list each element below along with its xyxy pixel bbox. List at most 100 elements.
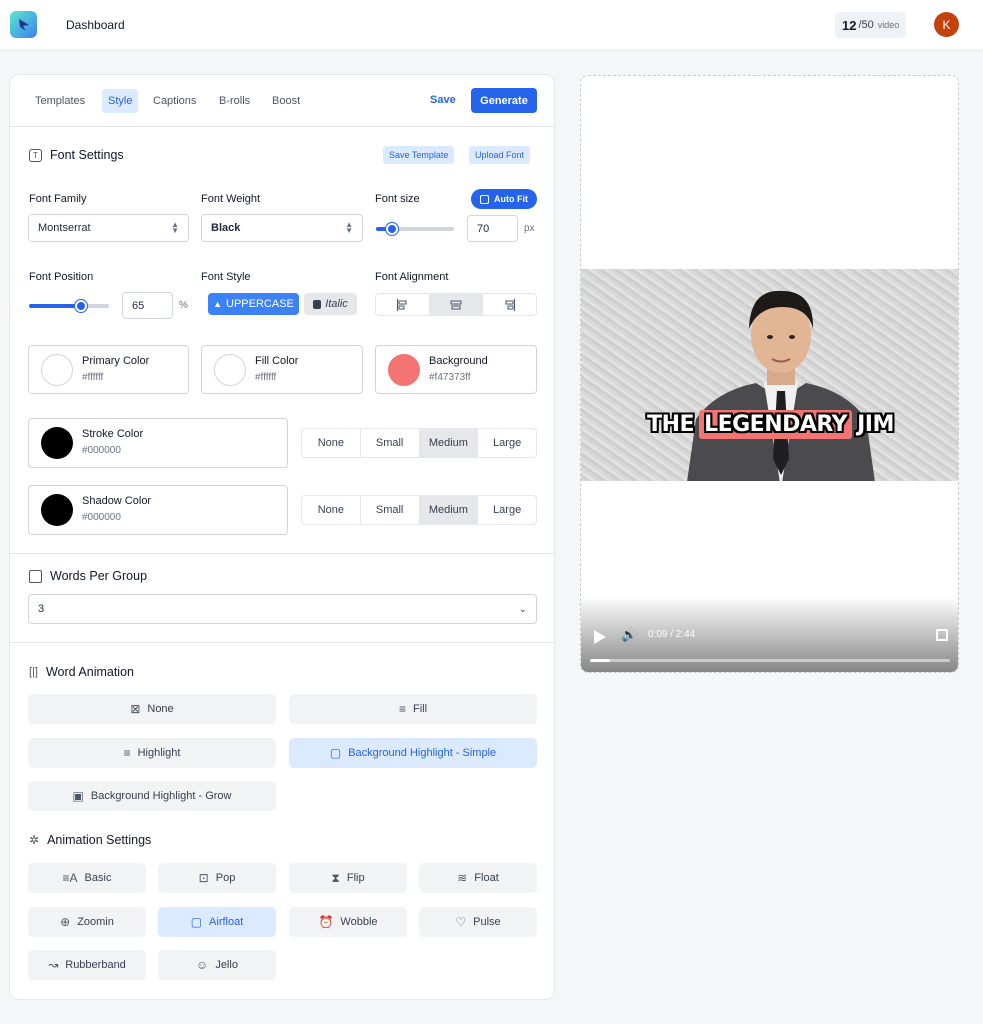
anim-basic-label: Basic xyxy=(84,872,112,884)
auto-fit-button[interactable]: Auto Fit xyxy=(471,189,537,209)
anim-airfloat-label: Airfloat xyxy=(209,916,244,928)
upload-font-button[interactable]: Upload Font xyxy=(469,146,531,164)
anim-flip[interactable]: ⧗ Flip xyxy=(289,863,407,893)
save-template-button[interactable]: Save Template xyxy=(383,146,455,164)
stroke-size-small[interactable]: Small xyxy=(361,429,420,457)
anim-rubberband[interactable]: ↝ Rubberband xyxy=(28,950,146,980)
font-position-input[interactable]: 65 xyxy=(122,292,173,319)
volume-icon[interactable]: 🔊 xyxy=(621,627,637,643)
anim-pop[interactable]: ⊡ Pop xyxy=(158,863,276,893)
video-progress-bar[interactable] xyxy=(590,659,950,662)
app-logo[interactable] xyxy=(10,11,37,38)
words-per-group-select[interactable]: 3 ⌄ xyxy=(28,594,537,624)
words-per-group-title: Words Per Group xyxy=(50,569,148,583)
highlight-lines-icon: ≡ xyxy=(123,746,131,760)
font-settings-title: Font Settings xyxy=(50,148,124,162)
shadow-size-none[interactable]: None xyxy=(302,496,361,524)
primary-color-picker[interactable]: Primary Color #ffffff xyxy=(28,345,189,394)
animation-settings-title: Animation Settings xyxy=(47,833,152,847)
italic-label: Italic xyxy=(325,298,348,310)
align-center-button[interactable] xyxy=(429,294,484,315)
anim-float[interactable]: ≋ Float xyxy=(419,863,537,893)
word-anim-bg-grow-label: Background Highlight - Grow xyxy=(90,790,232,802)
background-color-picker[interactable]: Background #f47373ff xyxy=(375,345,537,394)
background-color-hex: #f47373ff xyxy=(429,372,471,383)
user-avatar[interactable]: K xyxy=(934,12,959,37)
caption-word: THE xyxy=(647,412,695,437)
generate-button[interactable]: Generate xyxy=(471,88,537,113)
anim-wobble[interactable]: ⏰ Wobble xyxy=(289,907,407,937)
video-preview[interactable]: THE LEGENDARY JIM 🔊 0:09 / 2:44 xyxy=(580,75,959,673)
wave-icon: ≋ xyxy=(457,871,468,885)
shadow-color-name: Shadow Color xyxy=(82,495,152,507)
shadow-size-large[interactable]: Large xyxy=(478,496,536,524)
caption-overlay: THE LEGENDARY JIM xyxy=(581,410,958,439)
fill-color-swatch xyxy=(214,354,246,386)
align-center-icon xyxy=(450,300,462,309)
section-divider xyxy=(10,553,556,554)
anim-basic[interactable]: ≡A Basic xyxy=(28,863,146,893)
stroke-size-medium[interactable]: Medium xyxy=(419,429,479,457)
font-size-slider[interactable] xyxy=(376,223,454,235)
shadow-size-medium[interactable]: Medium xyxy=(419,496,479,524)
word-anim-fill[interactable]: ≡ Fill xyxy=(289,694,537,724)
close-square-icon: ⊠ xyxy=(130,702,141,716)
uppercase-icon: ▲ xyxy=(213,299,223,309)
font-size-input[interactable]: 70 xyxy=(467,215,518,242)
caption-word: JIM xyxy=(857,412,894,437)
anim-zoomin-label: Zoomin xyxy=(77,916,114,928)
tab-templates[interactable]: Templates xyxy=(29,89,91,113)
video-progress-fill xyxy=(590,659,610,662)
word-anim-bg-highlight-simple[interactable]: ▢ Background Highlight - Simple xyxy=(289,738,537,768)
tab-boost[interactable]: Boost xyxy=(266,89,306,113)
anim-pulse[interactable]: ♡ Pulse xyxy=(419,907,537,937)
font-alignment-label: Font Alignment xyxy=(375,271,449,283)
word-anim-bg-highlight-grow[interactable]: ▣ Background Highlight - Grow xyxy=(28,781,276,811)
primary-color-name: Primary Color xyxy=(82,355,150,367)
shadow-color-hex: #000000 xyxy=(82,512,121,523)
font-position-slider[interactable] xyxy=(29,300,109,312)
shadow-size-small[interactable]: Small xyxy=(361,496,420,524)
font-position-label: Font Position xyxy=(29,271,94,283)
tab-captions[interactable]: Captions xyxy=(147,89,202,113)
updown-chevron-icon: ▲ ▼ xyxy=(171,220,179,235)
caption-word-highlighted: LEGENDARY xyxy=(699,410,853,439)
anim-zoomin[interactable]: ⊕ Zoomin xyxy=(28,907,146,937)
align-left-button[interactable] xyxy=(376,294,430,315)
font-size-slider-handle[interactable] xyxy=(385,223,398,235)
word-anim-highlight[interactable]: ≡ Highlight xyxy=(28,738,276,768)
font-alignment-group xyxy=(375,293,537,316)
stroke-color-picker[interactable]: Stroke Color #000000 xyxy=(28,418,288,468)
tab-b-rolls[interactable]: B-rolls xyxy=(213,89,256,113)
anim-float-label: Float xyxy=(474,872,499,884)
save-button[interactable]: Save xyxy=(430,94,456,106)
fill-color-picker[interactable]: Fill Color #ffffff xyxy=(201,345,363,394)
jello-face-icon: ☺ xyxy=(196,958,209,972)
font-family-select[interactable]: Montserrat ▲ ▼ xyxy=(28,214,189,242)
stroke-size-none[interactable]: None xyxy=(302,429,361,457)
anim-jello[interactable]: ☺ Jello xyxy=(158,950,276,980)
tab-style[interactable]: Style xyxy=(102,89,139,113)
shadow-color-picker[interactable]: Shadow Color #000000 xyxy=(28,485,288,535)
align-right-button[interactable] xyxy=(483,294,536,315)
uppercase-toggle[interactable]: ▲ UPPERCASE xyxy=(208,293,299,315)
sparkle-icon: ✲ xyxy=(29,833,40,847)
italic-toggle[interactable]: Italic xyxy=(304,293,357,315)
word-anim-none[interactable]: ⊠ None xyxy=(28,694,276,724)
stroke-size-large[interactable]: Large xyxy=(478,429,536,457)
words-per-group-heading: Words Per Group xyxy=(29,569,147,583)
anim-pop-label: Pop xyxy=(215,872,236,884)
animation-settings-heading: ✲ Animation Settings xyxy=(29,833,151,847)
background-color-swatch xyxy=(388,354,420,386)
font-weight-label: Font Weight xyxy=(201,193,261,205)
flip-icon: ⧗ xyxy=(331,870,340,885)
stroke-color-hex: #000000 xyxy=(82,445,121,456)
play-icon[interactable] xyxy=(594,630,606,644)
primary-color-swatch xyxy=(41,354,73,386)
font-position-slider-handle[interactable] xyxy=(75,300,87,312)
stroke-color-name: Stroke Color xyxy=(82,428,144,440)
anim-airfloat[interactable]: ▢ Airfloat xyxy=(158,907,276,937)
auto-fit-icon xyxy=(480,194,489,204)
font-weight-select[interactable]: Black ▲ ▼ xyxy=(201,214,363,242)
fullscreen-icon[interactable] xyxy=(936,629,948,641)
